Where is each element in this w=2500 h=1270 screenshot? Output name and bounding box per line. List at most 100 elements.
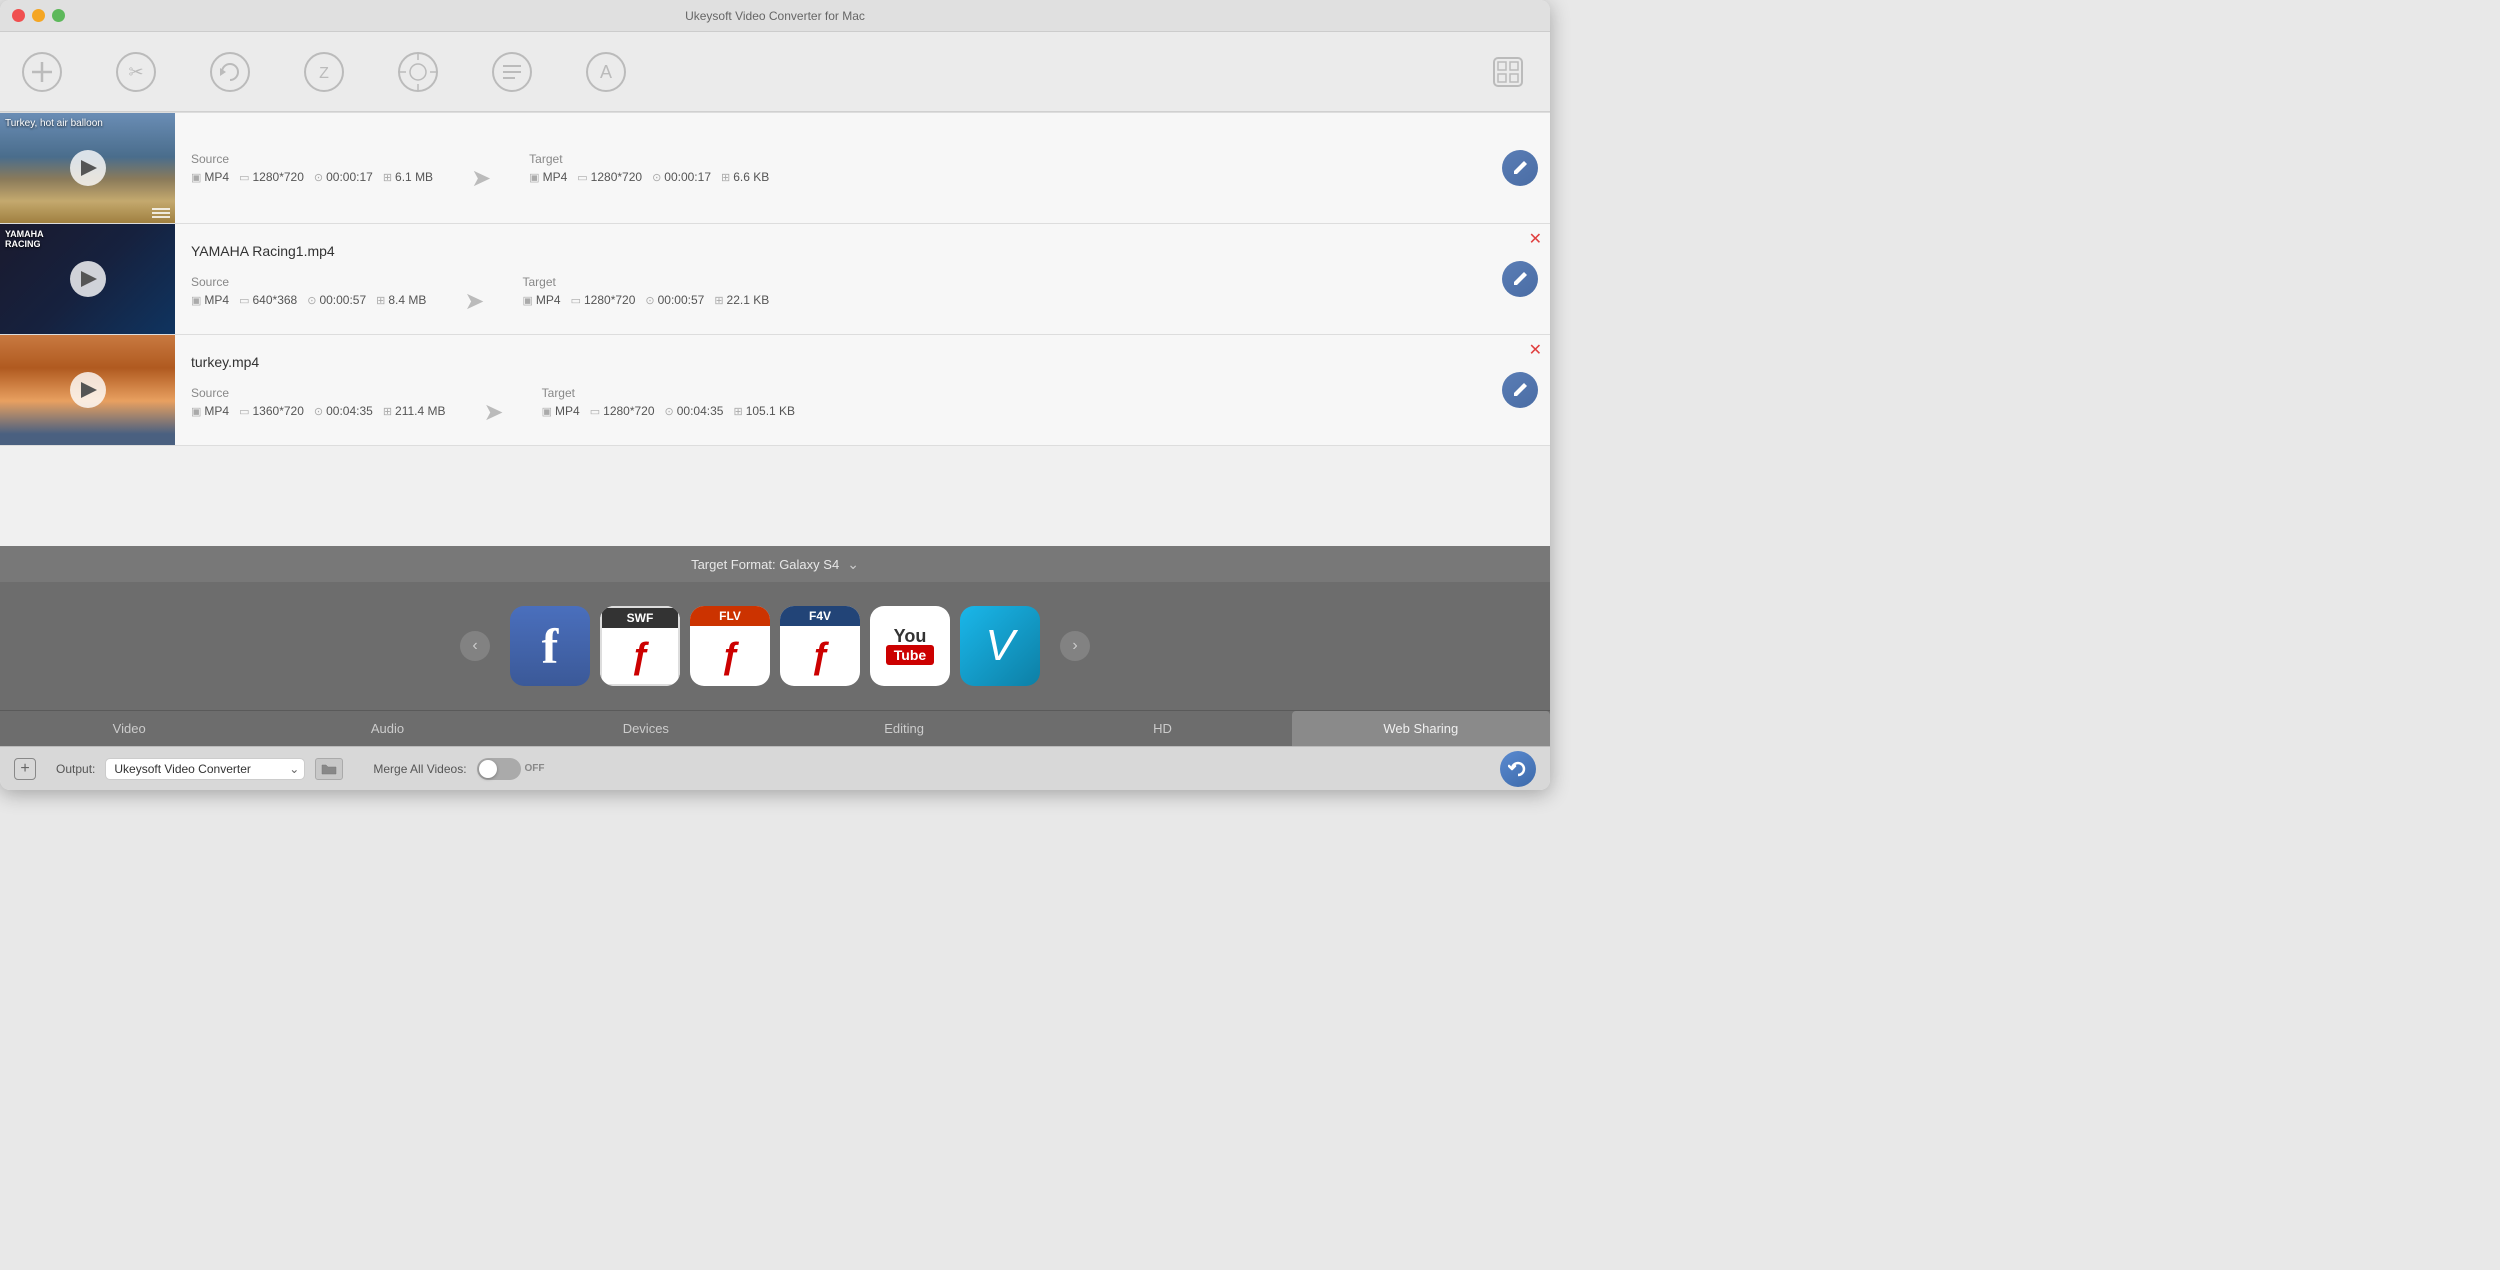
source-duration: ⊙ 00:00:17 — [314, 170, 373, 184]
close-button[interactable] — [12, 9, 25, 22]
target-meta: ▣ MP4 ▭ 1280*720 ⊙ 00:00:17 — [529, 170, 769, 184]
source-meta: ▣ MP4 ▭ 1360*720 ⊙ 00:04:35 — [191, 404, 446, 418]
effects-icon[interactable] — [396, 50, 440, 94]
target-size: ⊞ 22.1 KB — [714, 293, 769, 307]
tab-audio[interactable]: Audio — [258, 711, 516, 746]
format-icon-facebook[interactable]: f — [510, 606, 590, 686]
remove-video-button[interactable]: ✕ — [1529, 232, 1542, 248]
rotate-icon[interactable] — [208, 50, 252, 94]
source-block: Source ▣ MP4 ▭ 1280*720 ⊙ — [191, 152, 433, 184]
format-icon-f4v[interactable]: F4V ƒ — [780, 606, 860, 686]
flash-symbol: ƒ — [630, 635, 650, 677]
tab-hd-label: HD — [1153, 721, 1172, 736]
source-size-value: 8.4 MB — [388, 293, 426, 307]
flv-label: FLV — [690, 606, 770, 626]
scissors-icon[interactable]: ✂ — [114, 50, 158, 94]
thumbnail-turkey-balloon[interactable]: Turkey, hot air balloon — [0, 113, 175, 223]
thumbnail-yamaha[interactable]: YAMAHARACING — [0, 224, 175, 334]
source-target-row: Source ▣ MP4 ▭ 1280*720 ⊙ — [191, 144, 1474, 193]
tab-video[interactable]: Video — [0, 711, 258, 746]
arrow-icon: ➤ — [464, 287, 484, 316]
size-icon: ⊞ — [383, 171, 392, 184]
merge-label: Merge All Videos: — [373, 762, 466, 776]
source-duration: ⊙ 00:00:57 — [307, 293, 366, 307]
play-button[interactable] — [70, 372, 106, 408]
format-icon: ▣ — [523, 294, 533, 307]
play-button[interactable] — [70, 261, 106, 297]
format-selector-bar[interactable]: Target Format: Galaxy S4 ⌄ — [0, 546, 1550, 582]
source-label: Source — [191, 386, 446, 400]
tab-editing[interactable]: Editing — [775, 711, 1033, 746]
flash-symbol: ƒ — [720, 635, 740, 677]
target-label: Target — [523, 275, 770, 289]
settings-icon[interactable] — [1486, 50, 1530, 94]
merge-toggle[interactable] — [477, 758, 521, 780]
maximize-button[interactable] — [52, 9, 65, 22]
flash-symbol: ƒ — [810, 635, 830, 677]
remove-video-button[interactable]: ✕ — [1529, 343, 1542, 359]
tab-editing-label: Editing — [884, 721, 924, 736]
zip-icon[interactable]: Z — [302, 50, 346, 94]
target-size-value: 105.1 KB — [746, 404, 795, 418]
format-icon-vimeo[interactable]: V — [960, 606, 1040, 686]
source-meta: ▣ MP4 ▭ 1280*720 ⊙ 00:00:17 — [191, 170, 433, 184]
add-media-icon[interactable] — [20, 50, 64, 94]
format-icon: ▣ — [191, 405, 201, 418]
source-size-value: 6.1 MB — [395, 170, 433, 184]
target-format: ▣ MP4 — [523, 293, 561, 307]
target-size: ⊞ 6.6 KB — [721, 170, 769, 184]
video-edit-button[interactable] — [1502, 150, 1538, 186]
source-duration: ⊙ 00:04:35 — [314, 404, 373, 418]
format-icon-flv[interactable]: FLV ƒ — [690, 606, 770, 686]
prev-format-button[interactable]: ‹ — [460, 631, 490, 661]
target-resolution-value: 1280*720 — [591, 170, 642, 184]
tab-video-label: Video — [113, 721, 146, 736]
video-edit-button[interactable] — [1502, 261, 1538, 297]
play-button[interactable] — [70, 150, 106, 186]
output-select[interactable]: Ukeysoft Video Converter — [105, 758, 305, 780]
add-file-button[interactable]: + — [14, 758, 36, 780]
svg-text:A: A — [600, 62, 612, 82]
bottom-bar: + Output: Ukeysoft Video Converter Merge… — [0, 746, 1550, 790]
target-resolution-value: 1280*720 — [603, 404, 654, 418]
minimize-button[interactable] — [32, 9, 45, 22]
target-label: Target — [542, 386, 795, 400]
toggle-off-label: OFF — [525, 763, 545, 774]
resolution-icon: ▭ — [239, 405, 249, 418]
source-resolution: ▭ 640*368 — [239, 293, 297, 307]
video-edit-button[interactable] — [1502, 372, 1538, 408]
video-info: Source ▣ MP4 ▭ 1280*720 ⊙ — [175, 113, 1490, 223]
output-folder-button[interactable] — [315, 758, 343, 780]
arrow-icon: ➤ — [484, 398, 504, 427]
convert-button[interactable] — [1500, 751, 1536, 787]
youtube-you: You — [894, 627, 927, 645]
format-icon-youtube[interactable]: You Tube — [870, 606, 950, 686]
menu-line — [152, 216, 170, 218]
traffic-lights — [12, 9, 65, 22]
target-format-value: MP4 — [555, 404, 580, 418]
format-icon-swf[interactable]: SWF ƒ — [600, 606, 680, 686]
duration-icon: ⊙ — [314, 171, 323, 184]
source-size: ⊞ 211.4 MB — [383, 404, 446, 418]
duration-icon: ⊙ — [665, 405, 674, 418]
tab-hd[interactable]: HD — [1033, 711, 1291, 746]
main-window: Ukeysoft Video Converter for Mac ✂ — [0, 0, 1550, 790]
text-overlay-icon[interactable]: A — [584, 50, 628, 94]
svg-text:Z: Z — [319, 65, 329, 82]
flv-flash-icon: ƒ — [720, 626, 740, 686]
size-icon: ⊞ — [714, 294, 723, 307]
source-label: Source — [191, 152, 433, 166]
thumbnail-turkey[interactable] — [0, 335, 175, 445]
target-block: Target ▣ MP4 ▭ 1280*720 ⊙ — [542, 386, 795, 418]
target-format: ▣ MP4 — [542, 404, 580, 418]
next-format-button[interactable]: › — [1060, 631, 1090, 661]
tab-web-sharing[interactable]: Web Sharing — [1292, 711, 1550, 746]
menu-line — [152, 208, 170, 210]
target-format: ▣ MP4 — [529, 170, 567, 184]
format-tabs: Video Audio Devices Editing HD Web Shari… — [0, 710, 1550, 746]
source-block: Source ▣ MP4 ▭ 640*368 ⊙ — [191, 275, 426, 307]
target-resolution: ▭ 1280*720 — [571, 293, 636, 307]
edit-toolbar-icon[interactable] — [490, 50, 534, 94]
video-item: YAMAHARACING YAMAHA Racing1.mp4 Source ▣… — [0, 224, 1550, 335]
tab-devices[interactable]: Devices — [517, 711, 775, 746]
